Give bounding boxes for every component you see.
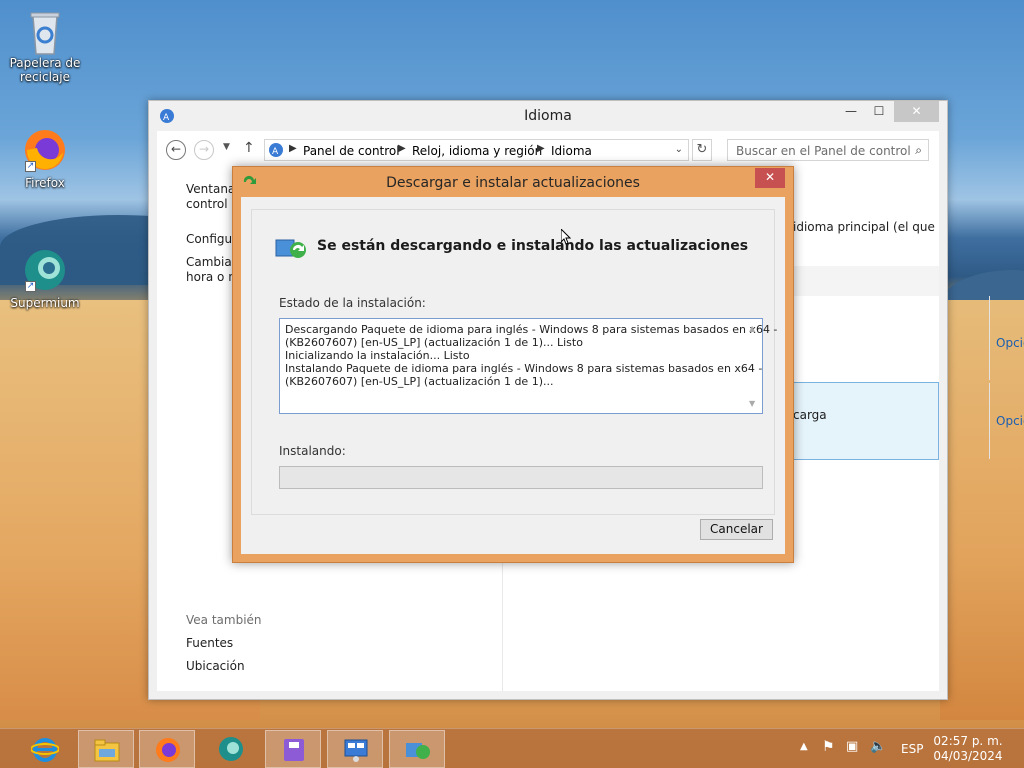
windows-update-icon [274,236,308,260]
installing-label: Instalando: [279,444,346,458]
search-input[interactable]: Buscar en el Panel de control ⌕ [727,139,929,161]
intro-text: idioma principal (el que [793,220,935,234]
location-link[interactable]: Ubicación [186,659,245,673]
taskbar-firefox[interactable] [139,730,195,768]
forward-button[interactable]: → [194,140,214,160]
minimize-button[interactable]: — [837,101,865,122]
scroll-up-icon[interactable]: ▲ [749,322,755,335]
cancel-button[interactable]: Cancelar [700,519,773,540]
link-text: Cambiar [186,255,237,269]
install-log-textbox[interactable]: Descargando Paquete de idioma para inglé… [279,318,778,414]
desktop-icon-supermium[interactable]: ↗ Supermium [9,248,81,310]
taskbar-supermium[interactable] [203,730,259,768]
chevron-down-icon[interactable]: ⌄ [675,144,683,155]
taskbar-file-explorer[interactable] [78,730,134,768]
search-icon: ⌕ [915,143,922,157]
log-line: Instalando Paquete de idioma para inglés… [285,362,763,375]
download-install-dialog: Descargar e instalar actualizaciones ✕ S… [232,166,794,563]
address-bar[interactable]: A ▶ Panel de control ▶ Reloj, idioma y r… [264,139,689,161]
taskbar-windows-update[interactable] [389,730,445,768]
advanced-settings-link[interactable]: Configur [186,232,237,246]
windows-update-icon [404,737,432,763]
control-panel-icon [342,737,370,763]
link-text: Ventana [186,182,236,196]
recent-pages-chevron-icon[interactable]: ▼ [223,142,230,152]
close-button[interactable]: ✕ [894,101,939,122]
internet-explorer-icon [30,736,60,762]
log-line: Inicializando la instalación... Listo [285,349,470,362]
dialog-title: Descargar e instalar actualizaciones [386,175,640,191]
taskbar-clock[interactable]: 02:57 p. m. 04/03/2024 [928,734,1008,764]
install-status-label: Estado de la instalación: [279,296,426,310]
shortcut-arrow-icon: ↗ [25,281,36,292]
dialog-close-button[interactable]: ✕ [755,168,785,188]
action-center-flag-icon[interactable]: ⚑ [822,739,835,768]
floppy-disk-icon [280,737,308,763]
wallpaper-sand [940,300,1024,720]
breadcrumb-separator-icon: ▶ [537,143,545,154]
window-titlebar[interactable]: A Idioma — ☐ ✕ [149,101,947,131]
supermium-icon: ↗ [23,248,67,292]
taskbar-control-panel[interactable] [327,730,383,768]
shortcut-arrow-icon: ↗ [25,161,36,172]
breadcrumb-item[interactable]: Reloj, idioma y región [412,144,542,158]
language-options-link[interactable]: Opciones [996,336,1024,350]
taskbar-internet-explorer[interactable] [17,730,73,768]
maximize-button[interactable]: ☐ [865,101,893,122]
mouse-cursor-icon [560,227,572,245]
firefox-icon [154,737,182,763]
install-progress-bar [279,466,763,489]
control-panel-home-link[interactable]: Ventana control [186,182,235,212]
fonts-link[interactable]: Fuentes [186,636,233,650]
desktop-icon-label: Supermium [10,296,80,310]
clock-date: 04/03/2024 [933,749,1003,763]
up-button[interactable]: ↑ [243,140,255,156]
column-divider [989,383,990,459]
volume-muted-icon[interactable]: 🔈 [870,739,886,768]
desktop-icon-recycle-bin[interactable]: Papelera de reciclaje [9,8,81,84]
dialog-titlebar[interactable]: Descargar e instalar actualizaciones ✕ [233,167,793,197]
navigation-bar: ← → ▼ ↑ A ▶ Panel de control ▶ Reloj, id… [157,131,939,169]
language-options-link[interactable]: Opciones [996,414,1024,428]
desktop-icon-firefox[interactable]: ↗ Firefox [9,128,81,190]
svg-text:A: A [272,147,279,157]
desktop-icon-label: Papelera de reciclaje [9,56,81,84]
taskbar-app-purple[interactable] [265,730,321,768]
dialog-panel: Se están descargando e instalando las ac… [251,209,778,515]
scroll-down-icon[interactable]: ▼ [749,397,755,410]
breadcrumb-separator-icon: ▶ [289,143,297,154]
language-icon: A [268,142,284,158]
input-language-indicator[interactable]: ESP [901,742,923,768]
show-hidden-icons-chevron-icon[interactable]: ▲ [800,741,808,768]
back-button[interactable]: ← [166,140,186,160]
refresh-button[interactable]: ↻ [692,139,712,161]
log-line: (KB2607607) [en-US_LP] (actualización 1 … [285,336,583,349]
breadcrumb-item[interactable]: Panel de control [303,144,400,158]
folder-icon [93,737,121,763]
log-line: Descargando Paquete de idioma para inglé… [285,323,778,336]
log-scrollbar[interactable]: ▲ ▼ [747,320,761,412]
breadcrumb-item[interactable]: Idioma [551,144,592,158]
log-line: (KB2607607) [en-US_LP] (actualización 1 … [285,375,554,388]
search-placeholder: Buscar en el Panel de control [736,144,911,158]
dialog-client: Se están descargando e instalando las ac… [241,197,785,554]
desktop-icon-label: Firefox [25,176,65,190]
firefox-icon: ↗ [23,128,67,172]
column-divider [989,296,990,380]
supermium-icon [217,736,245,762]
taskbar: ▲ ⚑ ▣ 🔈 ESP 02:57 p. m. 04/03/2024 [0,728,1024,768]
clock-time: 02:57 p. m. [933,734,1003,748]
see-also-heading: Vea también [186,613,262,627]
link-text: control [186,197,228,211]
breadcrumb-separator-icon: ▶ [398,143,406,154]
recycle-bin-icon [23,8,67,55]
dialog-heading: Se están descargando e instalando las ac… [317,238,749,254]
network-icon[interactable]: ▣ [846,739,858,768]
language-row-text: carga [793,408,827,422]
window-title: Idioma [524,108,572,124]
